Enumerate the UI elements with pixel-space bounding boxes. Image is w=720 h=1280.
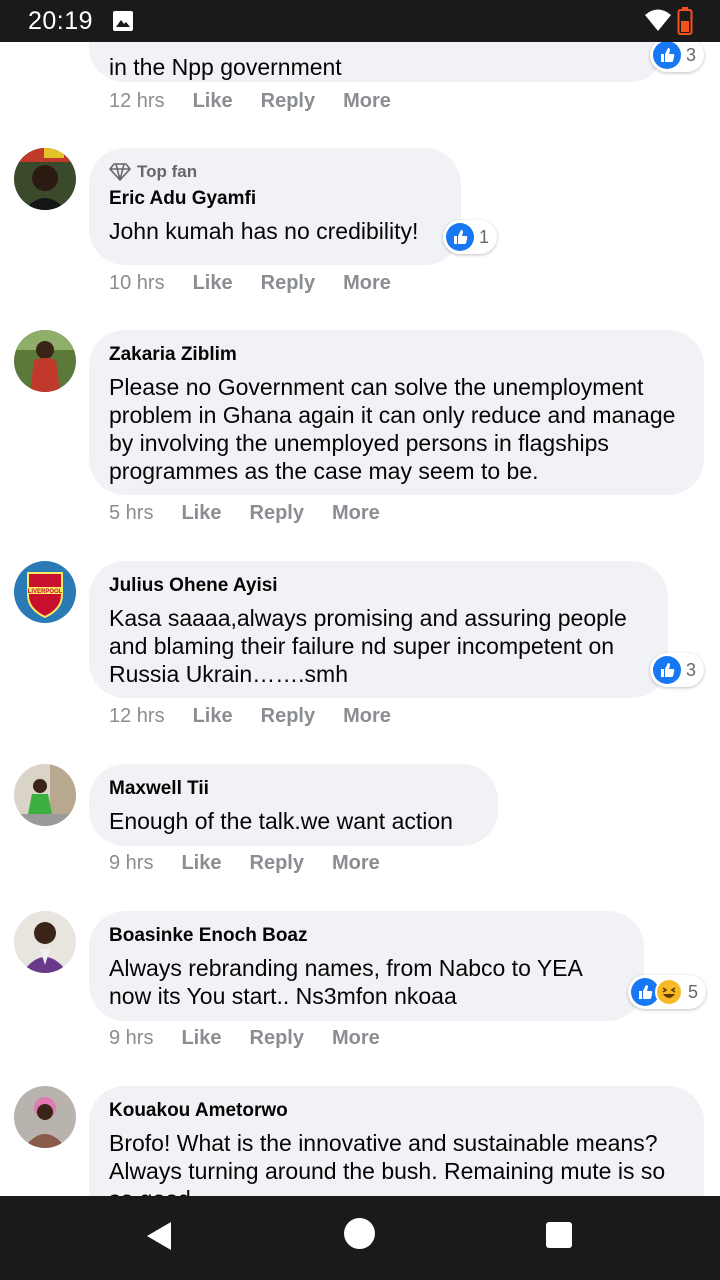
- comment-text: Enough of the talk.we want action: [109, 808, 453, 834]
- reaction-count: 3: [686, 659, 697, 680]
- like-button[interactable]: Like: [181, 852, 221, 875]
- comment-time: 12 hrs: [109, 705, 165, 727]
- like-reaction-icon: [653, 656, 681, 684]
- comment-meta: 12 hrs Like Reply More: [109, 90, 419, 113]
- comments-feed[interactable]: in the Npp government 3 12 hrs Like Repl…: [0, 42, 720, 1196]
- comment-author[interactable]: Kouakou Ametorwo: [109, 1099, 684, 1123]
- more-button[interactable]: More: [343, 272, 391, 295]
- status-bar: 20:19: [0, 0, 720, 42]
- avatar[interactable]: [14, 911, 76, 973]
- reply-button[interactable]: Reply: [250, 502, 304, 525]
- comment-author[interactable]: Julius Ohene Ayisi: [109, 574, 648, 598]
- status-time: 20:19: [28, 7, 94, 35]
- comment-bubble[interactable]: in the Npp government: [89, 42, 665, 82]
- comment-text: Please no Government can solve the unemp…: [109, 374, 676, 484]
- comment-text: Always rebranding names, from Nabco to Y…: [109, 955, 582, 1009]
- more-button[interactable]: More: [332, 502, 380, 525]
- more-button[interactable]: More: [343, 90, 391, 113]
- like-button[interactable]: Like: [193, 90, 233, 113]
- comment-bubble[interactable]: Boasinke Enoch Boaz Always rebranding na…: [89, 911, 644, 1021]
- more-button[interactable]: More: [332, 852, 380, 875]
- comment-meta: 12 hrs Like Reply More: [109, 705, 419, 728]
- avatar[interactable]: [14, 330, 76, 392]
- comment-meta: 5 hrs Like Reply More: [109, 502, 408, 525]
- comment-author[interactable]: Eric Adu Gyamfi: [109, 187, 441, 211]
- avatar[interactable]: [14, 1086, 76, 1148]
- comment-meta: 10 hrs Like Reply More: [109, 272, 419, 295]
- comment-bubble[interactable]: Zakaria Ziblim Please no Government can …: [89, 330, 704, 495]
- more-button[interactable]: More: [343, 705, 391, 728]
- like-reaction-icon: [446, 223, 474, 251]
- comment-text: Kasa saaaa,always promising and assuring…: [109, 605, 627, 687]
- reaction-summary[interactable]: 3: [650, 42, 705, 72]
- comment-time: 10 hrs: [109, 272, 165, 294]
- comment-meta: 9 hrs Like Reply More: [109, 852, 408, 875]
- comment-time: 5 hrs: [109, 502, 154, 524]
- comment-time: 9 hrs: [109, 852, 154, 874]
- comment-bubble[interactable]: Kouakou Ametorwo Brofo! What is the inno…: [89, 1086, 704, 1196]
- like-button[interactable]: Like: [181, 502, 221, 525]
- top-fan-badge: Top fan: [109, 161, 441, 183]
- reaction-summary[interactable]: 3: [650, 653, 705, 687]
- reply-button[interactable]: Reply: [261, 705, 315, 728]
- reaction-count: 5: [688, 981, 699, 1002]
- reply-button[interactable]: Reply: [261, 90, 315, 113]
- reaction-summary[interactable]: 1: [443, 220, 498, 254]
- battery-icon: [677, 7, 693, 40]
- back-icon[interactable]: [146, 1221, 172, 1256]
- comment-author[interactable]: Boasinke Enoch Boaz: [109, 924, 624, 948]
- comment-text: Brofo! What is the innovative and sustai…: [109, 1130, 666, 1196]
- comment-time: 9 hrs: [109, 1027, 154, 1049]
- like-button[interactable]: Like: [193, 705, 233, 728]
- comment-bubble[interactable]: Julius Ohene Ayisi Kasa saaaa,always pro…: [89, 561, 668, 698]
- avatar[interactable]: [14, 764, 76, 826]
- like-button[interactable]: Like: [193, 272, 233, 295]
- comment-meta: 9 hrs Like Reply More: [109, 1027, 408, 1050]
- more-button[interactable]: More: [332, 1027, 380, 1050]
- comment-author[interactable]: Zakaria Ziblim: [109, 343, 684, 367]
- diamond-icon: [109, 163, 131, 181]
- wifi-icon: [644, 8, 672, 37]
- comment-author[interactable]: Maxwell Tii: [109, 777, 478, 801]
- reply-button[interactable]: Reply: [261, 272, 315, 295]
- avatar[interactable]: LIVERPOOL: [14, 561, 76, 623]
- gallery-icon: [112, 10, 134, 37]
- comment-text: in the Npp government: [109, 54, 342, 80]
- comment-time: 12 hrs: [109, 90, 165, 112]
- comment-bubble[interactable]: Top fan Eric Adu Gyamfi John kumah has n…: [89, 148, 461, 265]
- like-reaction-icon: [653, 42, 681, 69]
- like-button[interactable]: Like: [181, 1027, 221, 1050]
- haha-reaction-icon: [655, 978, 683, 1006]
- reaction-count: 1: [479, 226, 490, 247]
- svg-text:LIVERPOOL: LIVERPOOL: [28, 589, 63, 595]
- home-icon[interactable]: [344, 1218, 375, 1249]
- reply-button[interactable]: Reply: [250, 1027, 304, 1050]
- reaction-count: 3: [686, 44, 697, 65]
- comment-bubble[interactable]: Maxwell Tii Enough of the talk.we want a…: [89, 764, 498, 846]
- avatar[interactable]: [14, 148, 76, 210]
- reaction-summary[interactable]: 5: [628, 975, 707, 1009]
- comment-text: John kumah has no credibility!: [109, 218, 419, 244]
- reply-button[interactable]: Reply: [250, 852, 304, 875]
- recents-icon[interactable]: [546, 1222, 572, 1248]
- navigation-bar: [0, 1196, 720, 1280]
- top-fan-label: Top fan: [137, 162, 198, 181]
